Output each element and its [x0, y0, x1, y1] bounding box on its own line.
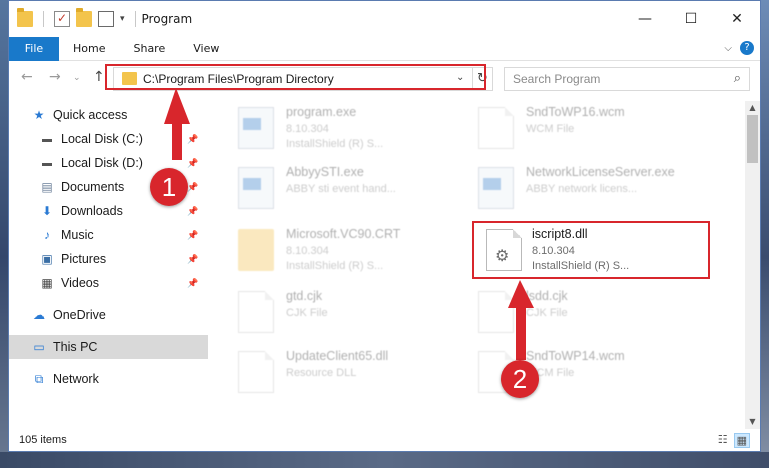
arrow-2 [508, 280, 534, 360]
annotation-arrows [164, 88, 534, 360]
step-badge-2: 2 [501, 360, 539, 398]
arrow-1 [164, 88, 190, 160]
step-badge-1: 1 [150, 168, 188, 206]
